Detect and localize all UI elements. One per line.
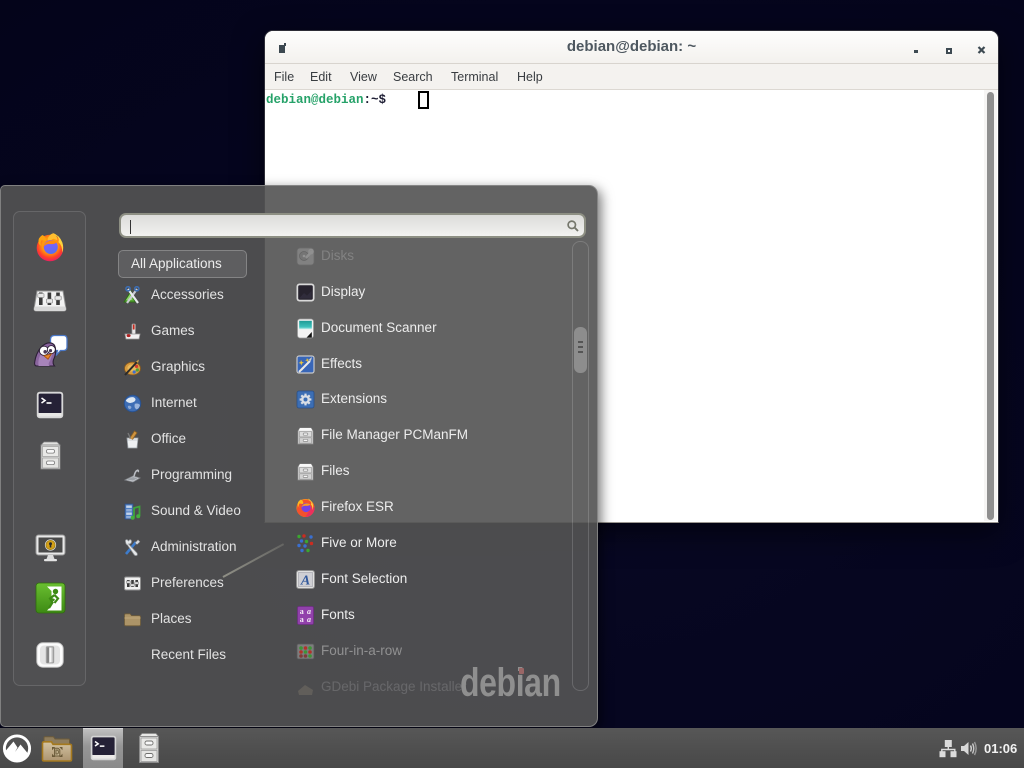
svg-text:A: A <box>300 574 310 589</box>
svg-text:a: a <box>307 615 311 624</box>
svg-text:a: a <box>300 615 304 624</box>
